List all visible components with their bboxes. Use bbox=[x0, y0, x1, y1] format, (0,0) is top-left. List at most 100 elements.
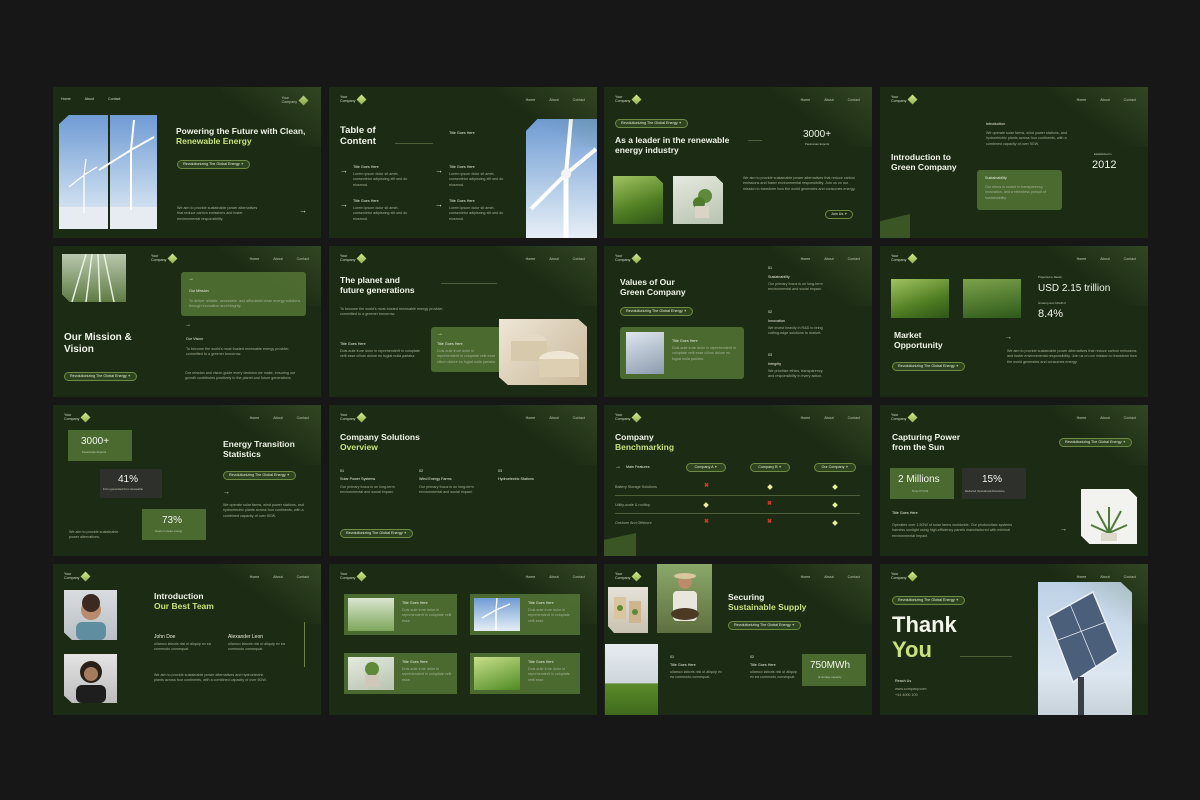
nav-home[interactable]: Home bbox=[1077, 257, 1087, 262]
nav-contact[interactable]: Contact bbox=[573, 257, 585, 262]
logo: Your Company bbox=[64, 572, 91, 582]
slide-6[interactable]: Your Company Home About Contact The planet … bbox=[329, 246, 597, 397]
nav-contact[interactable]: Contact bbox=[108, 97, 120, 102]
nav-home[interactable]: Home bbox=[526, 98, 536, 103]
nav-about[interactable]: About bbox=[273, 416, 282, 421]
nav-home[interactable]: Home bbox=[526, 575, 536, 580]
nav-about[interactable]: About bbox=[549, 416, 558, 421]
nav-home[interactable]: Home bbox=[1077, 575, 1087, 580]
row-1-label: Battery Storage Solutions bbox=[615, 485, 657, 489]
experts-label: Passionate Experts bbox=[82, 450, 107, 454]
nav-about[interactable]: About bbox=[549, 575, 558, 580]
nav-home[interactable]: Home bbox=[61, 97, 71, 102]
experts-stat: 3000+ bbox=[81, 436, 110, 447]
nav-home[interactable]: Home bbox=[1077, 416, 1087, 421]
check-diamond-icon bbox=[832, 502, 838, 508]
nav-contact[interactable]: Contact bbox=[297, 575, 309, 580]
nav-contact[interactable]: Contact bbox=[297, 257, 309, 262]
nav-home[interactable]: Home bbox=[801, 98, 811, 103]
slide-5[interactable]: Your Company Home About Contact → Our Missi… bbox=[53, 246, 321, 397]
nav-about[interactable]: About bbox=[549, 257, 558, 262]
slide-7[interactable]: Your Company Home About Contact Values of O… bbox=[604, 246, 872, 397]
toc-item-2: Title Goes Here bbox=[353, 165, 379, 169]
nav-about[interactable]: About bbox=[824, 98, 833, 103]
slide-15[interactable]: Your Company Home About Contact Securing Sus… bbox=[604, 564, 872, 715]
nav-about[interactable]: About bbox=[1100, 98, 1109, 103]
nav-about[interactable]: About bbox=[1100, 257, 1109, 262]
logo-mark-icon bbox=[907, 413, 918, 423]
nav-home[interactable]: Home bbox=[801, 257, 811, 262]
mission-card: → Our Mission To deliver reliable, acces… bbox=[181, 272, 306, 316]
nav-home[interactable]: Home bbox=[1077, 98, 1087, 103]
nav: Home About Contact bbox=[801, 575, 860, 580]
toc-item-1: Title Goes Here bbox=[449, 131, 475, 135]
slide-9[interactable]: Your Company Home About Contact 3000+ Passi… bbox=[53, 405, 321, 556]
nav-about[interactable]: About bbox=[85, 97, 94, 102]
nav-about[interactable]: About bbox=[1100, 575, 1109, 580]
nav-about[interactable]: About bbox=[273, 575, 282, 580]
nav-contact[interactable]: Contact bbox=[848, 98, 860, 103]
projected-label: Projected to Reach bbox=[1038, 275, 1062, 279]
row-divider bbox=[615, 495, 860, 496]
nav-contact[interactable]: Contact bbox=[1124, 257, 1136, 262]
corner-accent bbox=[880, 214, 910, 238]
nav-contact[interactable]: Contact bbox=[573, 575, 585, 580]
nav: Home About Contact bbox=[526, 257, 585, 262]
grassland-photo bbox=[605, 644, 658, 715]
card-2-body: Duis aute irure dolor in reprehenderit i… bbox=[528, 608, 570, 623]
row-divider bbox=[615, 513, 860, 514]
item-1-body: Duis aute irure dolor in reprehenderit i… bbox=[340, 349, 420, 359]
nav-about[interactable]: About bbox=[273, 257, 282, 262]
join-us-button[interactable]: Join Us bbox=[825, 210, 854, 219]
nav-contact[interactable]: Contact bbox=[848, 257, 860, 262]
nav-home[interactable]: Home bbox=[250, 416, 260, 421]
logo: Your Company bbox=[891, 572, 918, 582]
nav-about[interactable]: About bbox=[1100, 416, 1109, 421]
slide-12[interactable]: Your Company Home About Contact Capturing P… bbox=[880, 405, 1148, 556]
nav-contact[interactable]: Contact bbox=[573, 98, 585, 103]
tagline-pill: Revolutionizing The Global Energy bbox=[892, 362, 965, 371]
slide-2[interactable]: Your Company Home About Contact Table of Con… bbox=[329, 87, 597, 238]
slide-11[interactable]: Your Company Home About Contact Company Benc… bbox=[604, 405, 872, 556]
nav-contact[interactable]: Contact bbox=[848, 416, 860, 421]
plant-photo bbox=[673, 176, 723, 224]
nav-contact[interactable]: Contact bbox=[1124, 416, 1136, 421]
slide-4[interactable]: Your Company Home About Contact Introductio… bbox=[880, 87, 1148, 238]
nav-home[interactable]: Home bbox=[526, 416, 536, 421]
nav-contact[interactable]: Contact bbox=[573, 416, 585, 421]
logo: Your Company bbox=[64, 413, 91, 423]
storage-stat: 750MWh bbox=[810, 660, 851, 671]
slide-16[interactable]: Your Company Home About Contact Revolutioni… bbox=[880, 564, 1148, 715]
nav-home[interactable]: Home bbox=[801, 575, 811, 580]
slide-body: We aim to provide sustainable power alte… bbox=[743, 176, 856, 191]
logo: Your Company bbox=[340, 572, 367, 582]
slide-3[interactable]: Your Company Home About Contact Revolutioni… bbox=[604, 87, 872, 238]
sustainability-card: Sustainability Our ethos is rooted in tr… bbox=[977, 170, 1062, 210]
nav-about[interactable]: About bbox=[824, 257, 833, 262]
slide-body: We operate solar farms, wind power stati… bbox=[223, 503, 304, 518]
nav-contact[interactable]: Contact bbox=[1124, 98, 1136, 103]
nav-about[interactable]: About bbox=[824, 575, 833, 580]
nav-home[interactable]: Home bbox=[801, 416, 811, 421]
green-field-photo bbox=[613, 176, 663, 224]
nav-contact[interactable]: Contact bbox=[297, 416, 309, 421]
arrow-right-icon[interactable]: → bbox=[299, 207, 307, 215]
nav-home[interactable]: Home bbox=[250, 257, 260, 262]
slide-8[interactable]: Your Company Home About Contact Projected t… bbox=[880, 246, 1148, 397]
logo: Your Company bbox=[615, 572, 642, 582]
co2-stat: 2 Millions bbox=[898, 474, 940, 485]
tagline-pill: Revolutionizing The Global Energy bbox=[64, 372, 137, 381]
experts-label: Passionate Experts bbox=[805, 142, 830, 146]
nav-home[interactable]: Home bbox=[526, 257, 536, 262]
slide-10[interactable]: Your Company Home About Contact Company Sol… bbox=[329, 405, 597, 556]
slide-14[interactable]: Your Company Home About Contact Title Goes … bbox=[329, 564, 597, 715]
divider bbox=[395, 143, 433, 144]
nav-about[interactable]: About bbox=[824, 416, 833, 421]
toc-item-2-desc: Lorem ipsum dolor sit amet, consectetur … bbox=[353, 172, 408, 187]
nav-home[interactable]: Home bbox=[250, 575, 260, 580]
slide-13[interactable]: Your Company Home About Contact Introductio… bbox=[53, 564, 321, 715]
nav-about[interactable]: About bbox=[549, 98, 558, 103]
nav-contact[interactable]: Contact bbox=[1124, 575, 1136, 580]
nav-contact[interactable]: Contact bbox=[848, 575, 860, 580]
slide-1[interactable]: Home About Contact Your Company Powering th… bbox=[53, 87, 321, 238]
